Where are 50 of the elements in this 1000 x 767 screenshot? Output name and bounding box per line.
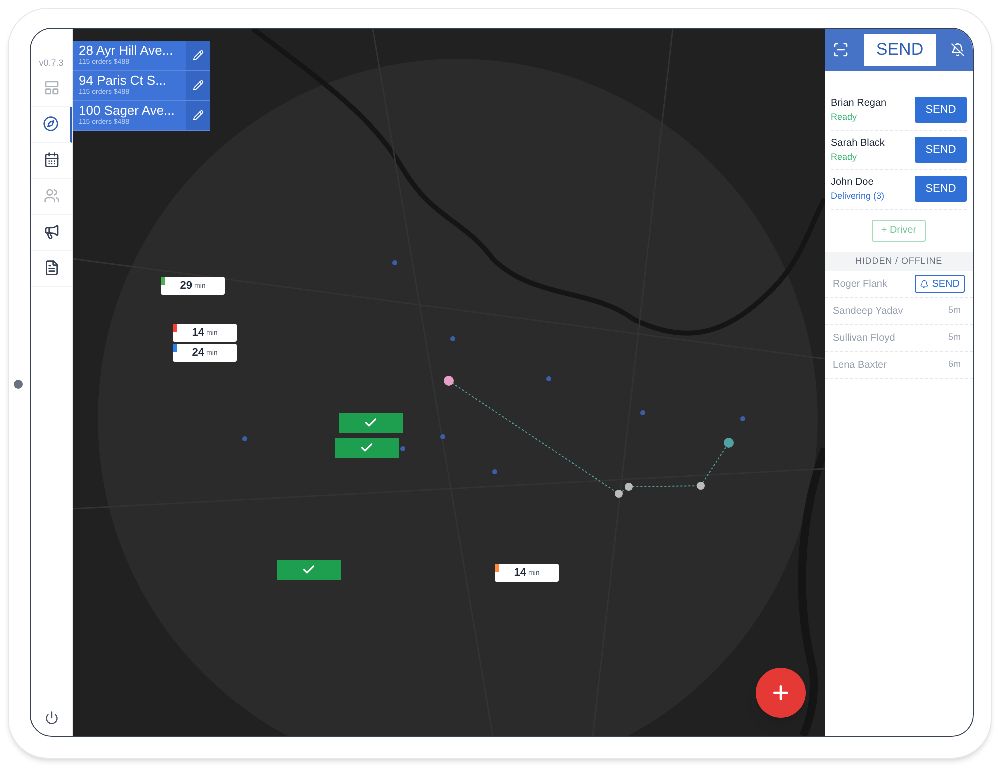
pencil-icon [192,80,204,91]
people-icon [44,188,60,204]
driver-status: Delivering (3) [831,190,885,203]
send-button[interactable]: SEND [915,97,967,124]
offline-time: 5m [948,304,962,318]
power-icon [44,711,58,725]
bell-icon [920,280,930,288]
notify-send-button[interactable]: SEND [915,275,965,293]
check-icon [364,416,378,430]
driver-status: Ready [831,111,858,124]
megaphone-icon [44,224,60,240]
send-button[interactable]: SEND [915,176,967,202]
send-button[interactable]: SEND [915,136,967,163]
driver-name: Lena Baxter [833,358,887,372]
order-address: 94 Paris Ct S... [79,74,168,88]
driver-status: Ready [831,150,858,164]
edit-button[interactable] [186,101,210,130]
driver-name: Sullivan Floyd [833,332,896,346]
version-label: v0.7.3 [38,57,65,70]
eta-minutes: 29 [180,280,192,292]
offline-time: 5m [948,331,962,344]
edit-button[interactable] [186,41,210,70]
layout-icon [44,80,60,96]
pencil-icon [192,50,204,61]
delivered-marker[interactable] [339,413,403,433]
driver-name: Sarah Black [831,136,885,150]
order-address: 28 Ayr Hill Ave... [79,44,174,58]
delivered-marker[interactable] [335,438,399,458]
driver-name: Brian Regan [831,97,887,111]
pencil-icon [192,110,204,121]
eta-minutes: 14 [514,568,526,578]
delivered-marker[interactable] [277,560,341,580]
eta-minutes: 14 [192,328,204,338]
check-icon [360,441,374,455]
edit-button[interactable] [186,71,210,100]
add-button[interactable] [756,668,806,718]
driver-name: Roger Flank [833,278,888,292]
check-icon [302,563,316,577]
driver-name: Sandeep Yadav [833,304,904,318]
bell-off-icon[interactable] [950,43,965,57]
offline-time: 6m [948,358,962,372]
order-address: 100 Sager Ave... [79,104,176,118]
send-all-button[interactable]: SEND [864,34,936,66]
scan-icon[interactable] [833,42,849,58]
section-header: HIDDEN / OFFLINE [825,252,973,271]
document-icon [44,260,60,276]
calendar-icon [44,152,60,168]
eta-minutes: 24 [192,348,204,358]
compass-icon [42,116,58,132]
driver-name: John Doe [831,176,875,190]
